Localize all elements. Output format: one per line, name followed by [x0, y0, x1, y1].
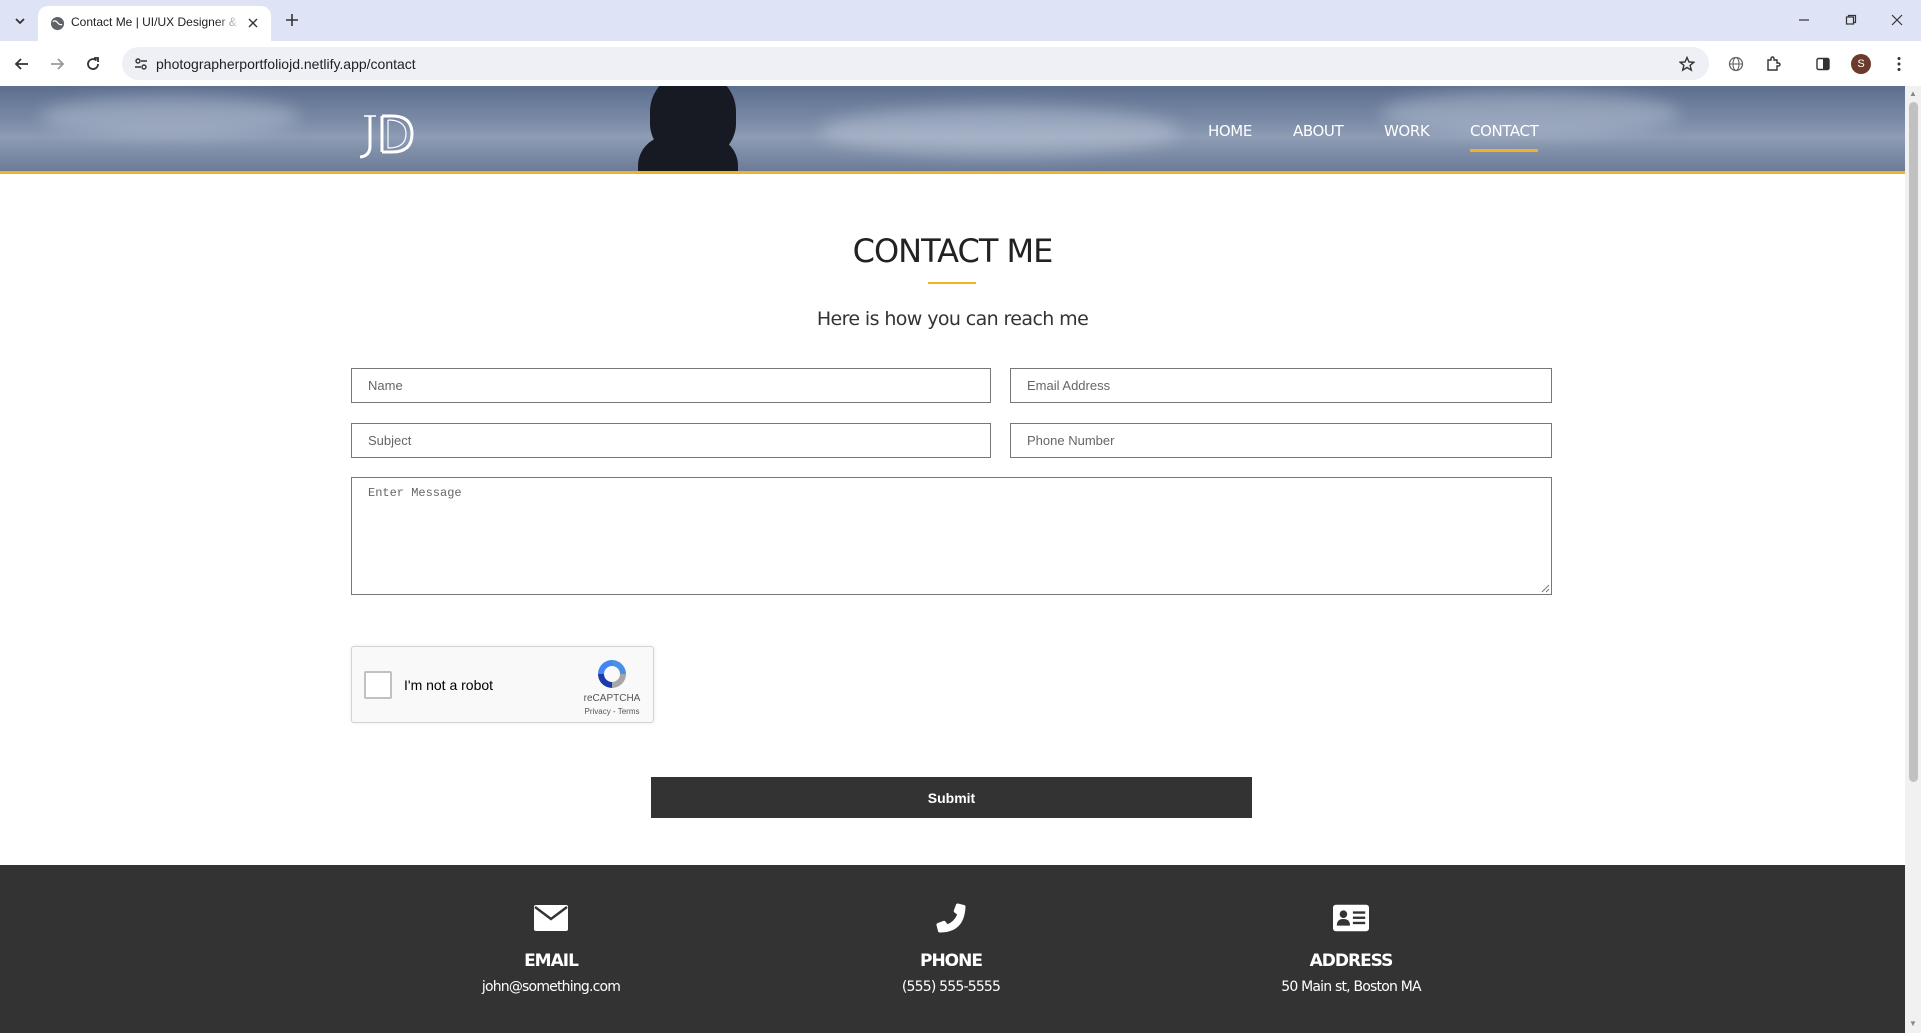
- tab-search-button[interactable]: [9, 10, 31, 32]
- url-text: photographerportfoliojd.netlify.app/cont…: [156, 56, 416, 72]
- site-footer: EMAIL john@something.com PHONE (555) 555…: [0, 865, 1905, 1033]
- email-input[interactable]: [1010, 368, 1552, 403]
- tab-title: Contact Me | UI/UX Designer & Photograph…: [71, 15, 241, 29]
- more-vert-icon: [1897, 57, 1901, 71]
- globe-icon: [50, 16, 65, 31]
- footer-phone-heading: PHONE: [920, 951, 983, 971]
- nav-home[interactable]: HOME: [1208, 122, 1252, 140]
- forward-button[interactable]: [45, 52, 69, 76]
- side-panel-icon: [1816, 57, 1830, 71]
- scrollbar-thumb[interactable]: [1909, 102, 1918, 782]
- recaptcha-privacy-terms[interactable]: Privacy - Terms: [572, 707, 652, 716]
- recaptcha-checkbox[interactable]: [364, 671, 392, 699]
- extensions-button[interactable]: [1761, 52, 1785, 76]
- recaptcha-brand: reCAPTCHA: [583, 693, 641, 704]
- back-button[interactable]: [10, 52, 34, 76]
- browser-menu-button[interactable]: [1887, 52, 1911, 76]
- browser-toolbar: photographerportfoliojd.netlify.app/cont…: [0, 41, 1921, 86]
- nav-contact[interactable]: CONTACT: [1470, 122, 1539, 152]
- portrait-shoulders: [638, 136, 738, 171]
- recaptcha-label: I'm not a robot: [404, 677, 494, 693]
- bookmark-button[interactable]: [1677, 54, 1697, 74]
- reload-button[interactable]: [81, 52, 105, 76]
- scroll-down-arrow-icon[interactable]: ▼: [1909, 1020, 1917, 1028]
- translate-button[interactable]: [1724, 52, 1748, 76]
- footer-address-heading: ADDRESS: [1309, 951, 1394, 971]
- subject-input[interactable]: [351, 423, 991, 458]
- footer-address-value: 50 Main st, Boston MA: [1281, 979, 1421, 995]
- footer-email-value[interactable]: john@something.com: [391, 979, 711, 995]
- address-bar[interactable]: photographerportfoliojd.netlify.app/cont…: [122, 47, 1709, 80]
- arrow-right-icon: [51, 58, 65, 70]
- side-panel-button[interactable]: [1811, 52, 1835, 76]
- chevron-down-icon: [15, 18, 25, 25]
- name-input[interactable]: [351, 368, 991, 403]
- recaptcha-logo-icon: [598, 660, 626, 688]
- tab-close-button[interactable]: [245, 15, 261, 31]
- resize-handle-icon[interactable]: [1540, 583, 1550, 593]
- submit-button[interactable]: Submit: [651, 777, 1252, 818]
- cloud-decoration: [820, 106, 1180, 156]
- close-icon: [248, 18, 258, 28]
- scroll-up-arrow-icon[interactable]: ▲: [1909, 90, 1917, 98]
- footer-phone-value[interactable]: (555) 555-5555: [791, 979, 1111, 995]
- browser-tab-active[interactable]: Contact Me | UI/UX Designer & Photograph…: [38, 6, 271, 41]
- globe-icon: [1728, 56, 1744, 72]
- minimize-icon: [1799, 19, 1809, 21]
- footer-email-heading: EMAIL: [524, 951, 579, 971]
- new-tab-button[interactable]: [281, 9, 303, 31]
- phone-input[interactable]: [1010, 423, 1552, 458]
- profile-avatar[interactable]: S: [1851, 54, 1871, 74]
- page-title: CONTACT ME: [852, 232, 1054, 270]
- nav-work[interactable]: WORK: [1384, 122, 1430, 140]
- cloud-decoration: [40, 96, 300, 136]
- close-icon: [1891, 14, 1903, 26]
- nav-about[interactable]: ABOUT: [1293, 122, 1344, 140]
- page-subtitle: Here is how you can reach me: [816, 308, 1089, 330]
- title-underline: [928, 282, 976, 284]
- reload-icon: [87, 57, 99, 70]
- tune-icon: [135, 58, 147, 70]
- minimize-button[interactable]: [1789, 8, 1819, 32]
- message-textarea[interactable]: [351, 477, 1552, 595]
- restore-icon: [1845, 14, 1857, 25]
- page-scrollbar[interactable]: ▲ ▼: [1905, 86, 1921, 1033]
- restore-button[interactable]: [1836, 8, 1866, 32]
- page-viewport: JD HOME ABOUT WORK CONTACT CONTACT ME He…: [0, 86, 1905, 1033]
- close-window-button[interactable]: [1882, 8, 1912, 32]
- star-icon: [1679, 56, 1695, 72]
- site-info-button[interactable]: [130, 53, 152, 75]
- plus-icon: [286, 14, 298, 26]
- phone-icon: [933, 903, 969, 933]
- address-card-icon: [1333, 903, 1369, 933]
- puzzle-icon: [1767, 56, 1781, 71]
- arrow-left-icon: [14, 58, 28, 70]
- browser-tab-strip: Contact Me | UI/UX Designer & Photograph…: [0, 0, 1921, 41]
- site-logo[interactable]: JD: [352, 112, 422, 160]
- recaptcha-widget: I'm not a robot reCAPTCHA Privacy - Term…: [351, 646, 654, 723]
- site-header: JD HOME ABOUT WORK CONTACT: [0, 86, 1905, 174]
- envelope-icon: [533, 903, 569, 933]
